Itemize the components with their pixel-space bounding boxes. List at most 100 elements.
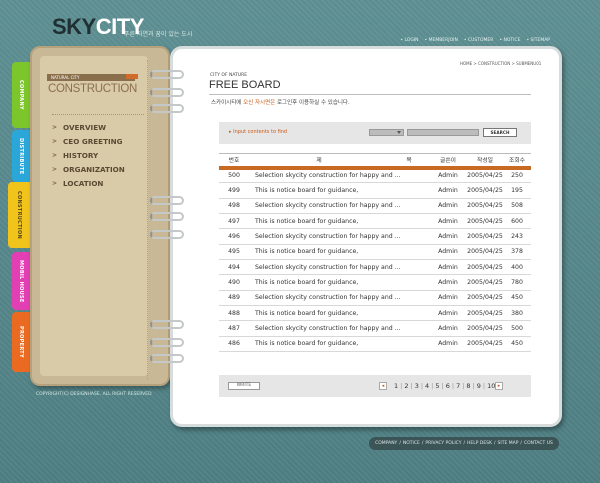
cell-date: 2005/04/25 — [467, 182, 503, 199]
col-author[interactable]: 글쓴이 — [429, 153, 467, 170]
cell-author: Admin — [429, 244, 467, 261]
prev-page-icon[interactable]: ◂ — [379, 382, 387, 390]
cell-number: 490 — [219, 274, 249, 291]
tab-distribute[interactable]: DISTRIBUTE — [12, 130, 30, 182]
search-input[interactable] — [407, 129, 479, 136]
cell-title[interactable]: Selection skycity construction for happy… — [249, 290, 429, 307]
cell-author: Admin — [429, 320, 467, 337]
footer-separator: / — [399, 441, 401, 446]
sidebar-item-history[interactable]: > HISTORY — [52, 148, 125, 162]
stitch-line — [147, 60, 148, 380]
table-row[interactable]: 486 This is notice board for guidance, Adm… — [219, 336, 531, 353]
binder-ring-icon — [150, 196, 184, 205]
table-row[interactable]: 490 This is notice board for guidance, Adm… — [219, 274, 531, 291]
cell-date: 2005/04/25 — [467, 213, 503, 230]
cell-author: Admin — [429, 259, 467, 276]
topnav-sitemap[interactable]: SITEMAP — [526, 38, 550, 43]
topnav-memberjoin[interactable]: MEMBERJOIN — [425, 38, 458, 43]
footer-separator: / — [494, 441, 496, 446]
binder-ring-icon — [150, 338, 184, 347]
cell-title[interactable]: This is notice board for guidance, — [249, 244, 429, 261]
table-row[interactable]: 500 Selection skycity construction for ha… — [219, 167, 531, 184]
left-notebook — [30, 46, 170, 386]
top-nav: LOGIN MEMBERJOIN CUSTOMER NOTICE SITEMAP — [400, 38, 550, 43]
logo-tagline: 푸른 자연과 꿈이 있는 도시 — [124, 31, 193, 38]
binder-ring-icon — [150, 230, 184, 239]
cell-views: 450 — [503, 290, 531, 307]
table-row[interactable]: 489 Selection skycity construction for ha… — [219, 290, 531, 307]
tab-company[interactable]: COMPANY — [12, 62, 30, 128]
cell-title[interactable]: Selection skycity construction for happy… — [249, 198, 429, 215]
col-title-2[interactable]: 목 — [389, 153, 429, 170]
cell-author: Admin — [429, 198, 467, 215]
cell-number: 496 — [219, 228, 249, 245]
binder-ring-icon — [150, 88, 184, 97]
cell-title[interactable]: Selection skycity construction for happy… — [249, 167, 429, 184]
footer-link[interactable]: HELP DESK — [467, 441, 492, 446]
footer-separator: / — [463, 441, 465, 446]
col-title-1[interactable]: 제 — [249, 153, 389, 170]
cell-title[interactable]: Selection skycity construction for happy… — [249, 259, 429, 276]
arrow-icon: > — [52, 151, 58, 159]
topnav-customer[interactable]: CUSTOMER — [464, 38, 493, 43]
col-date[interactable]: 작성일 — [467, 153, 503, 170]
cell-number: 488 — [219, 305, 249, 322]
write-button[interactable]: WRITE — [228, 382, 260, 390]
title-divider — [209, 94, 531, 95]
sidebar-item-ceo-greeting[interactable]: > CEO GREETING — [52, 134, 125, 148]
sidebar-item-overview[interactable]: > OVERVIEW — [52, 120, 125, 134]
binder-ring-icon — [150, 212, 184, 221]
arrow-icon: > — [52, 137, 58, 145]
cell-title[interactable]: This is notice board for guidance, — [249, 305, 429, 322]
table-row[interactable]: 494 Selection skycity construction for ha… — [219, 259, 531, 276]
cell-number: 500 — [219, 167, 249, 184]
next-page-icon[interactable]: ▸ — [495, 382, 503, 390]
table-row[interactable]: 498 Selection skycity construction for ha… — [219, 198, 531, 215]
table-row[interactable]: 487 Selection skycity construction for ha… — [219, 320, 531, 337]
cell-title[interactable]: Selection skycity construction for happy… — [249, 228, 429, 245]
cell-title[interactable]: This is notice board for guidance, — [249, 274, 429, 291]
cell-title[interactable]: This is notice board for guidance, — [249, 336, 429, 353]
cell-date: 2005/04/25 — [467, 198, 503, 215]
cell-author: Admin — [429, 290, 467, 307]
tab-construction[interactable]: CONSTRUCTION — [8, 182, 30, 248]
table-row[interactable]: 496 Selection skycity construction for ha… — [219, 228, 531, 245]
footer-link[interactable]: PRIVACY POLICY — [425, 441, 461, 446]
cell-views: 508 — [503, 198, 531, 215]
search-category-select[interactable] — [369, 129, 404, 136]
footer-link[interactable]: CONTACT US — [524, 441, 553, 446]
binder-ring-icon — [150, 70, 184, 79]
sidebar-item-organization[interactable]: > ORGANIZATION — [52, 163, 125, 177]
cell-date: 2005/04/25 — [467, 259, 503, 276]
table-row[interactable]: 499 This is notice board for guidance, Adm… — [219, 182, 531, 199]
cell-title[interactable]: This is notice board for guidance, — [249, 182, 429, 199]
binder-ring-icon — [150, 354, 184, 363]
footer-link[interactable]: SITE MAP — [498, 441, 519, 446]
cell-views: 195 — [503, 182, 531, 199]
cell-number: 494 — [219, 259, 249, 276]
footer-link[interactable]: COMPANY — [375, 441, 397, 446]
cell-author: Admin — [429, 182, 467, 199]
cell-views: 500 — [503, 320, 531, 337]
cell-title[interactable]: Selection skycity construction for happy… — [249, 320, 429, 337]
table-row[interactable]: 497 This is notice board for guidance, Adm… — [219, 213, 531, 230]
tab-property[interactable]: PROPERTY — [12, 312, 30, 372]
search-hint: ▸ Input contents to find — [229, 129, 288, 135]
topnav-login[interactable]: LOGIN — [400, 38, 418, 43]
topnav-notice[interactable]: NOTICE — [499, 38, 520, 43]
footer-link[interactable]: NOTICE — [403, 441, 420, 446]
col-number[interactable]: 번호 — [219, 153, 249, 170]
table-row[interactable]: 495 This is notice board for guidance, Adm… — [219, 244, 531, 261]
footer-nav: COMPANY / NOTICE / PRIVACY POLICY / HELP DESK /… — [369, 437, 559, 450]
page-description: 스카이시티에 오신 자시면은 로그인후 이용하실 수 있습니다. — [211, 100, 350, 106]
page-numbers: 1 | 2 | 3 | 4 | 5 | 6 | 7 | 8 | 9 | 10 — [393, 382, 496, 390]
col-views[interactable]: 조회수 — [503, 153, 531, 170]
cell-views: 380 — [503, 305, 531, 322]
tab-mobil-house[interactable]: MOBIL HOUSE — [12, 252, 30, 310]
binder-ring-icon — [150, 320, 184, 329]
breadcrumb: HOME > CONSTRUCTION > SUBMENU01 — [460, 61, 542, 66]
table-row[interactable]: 488 This is notice board for guidance, Adm… — [219, 305, 531, 322]
cell-title[interactable]: This is notice board for guidance, — [249, 213, 429, 230]
search-button[interactable]: SEARCH — [483, 128, 517, 137]
sidebar-item-location[interactable]: > LOCATION — [52, 177, 125, 191]
